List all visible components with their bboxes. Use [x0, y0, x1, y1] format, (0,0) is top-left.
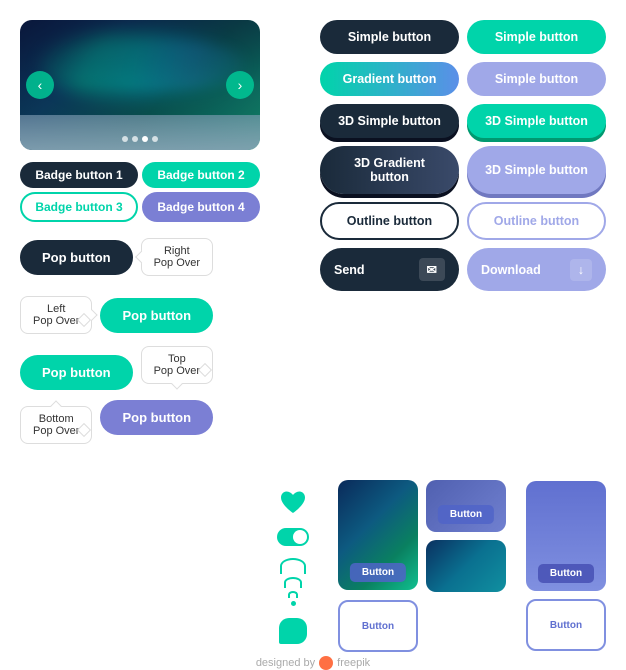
badge-button-3[interactable]: Badge button 3 [20, 192, 138, 222]
3d-simple-button-dark[interactable]: 3D Simple button [320, 104, 459, 138]
carousel-dot-2[interactable] [132, 136, 138, 142]
simple-button-teal[interactable]: Simple button [467, 20, 606, 54]
pop-button-3[interactable]: Pop button [20, 355, 133, 390]
send-button[interactable]: Send ✉ [320, 248, 459, 291]
badge-button-1[interactable]: Badge button 1 [20, 162, 138, 188]
send-icon: ✉ [419, 258, 445, 281]
carousel-dot-4[interactable] [152, 136, 158, 142]
badge-button-2[interactable]: Badge button 2 [142, 162, 260, 188]
carousel-dot-3[interactable] [142, 136, 148, 142]
image-button-group: Button Button Button [338, 480, 506, 652]
pop-button-1[interactable]: Pop button [20, 240, 133, 275]
button-showcase: Simple button Simple button Gradient but… [320, 20, 606, 458]
heart-icon [279, 490, 307, 516]
pop-button-2[interactable]: Pop button [100, 298, 213, 333]
image-button-aurora[interactable]: Button [338, 480, 418, 590]
3d-gradient-button[interactable]: 3D Gradient button [320, 146, 459, 194]
toggle-icon[interactable] [277, 528, 309, 546]
image-button-outline[interactable]: Button [338, 600, 418, 652]
pop-row-1: Pop button RightPop Over [20, 238, 213, 276]
carousel-dot-1[interactable] [122, 136, 128, 142]
download-icon: ↓ [570, 259, 592, 281]
wifi-icon [280, 558, 306, 606]
pop-button-4[interactable]: Pop button [100, 400, 213, 435]
popover-right: RightPop Over [141, 238, 213, 276]
pop-row-4: BottomPop Over Pop button [20, 400, 213, 444]
pop-row-2: LeftPop Over Pop button [20, 296, 213, 334]
3d-simple-button-purple[interactable]: 3D Simple button [467, 146, 606, 194]
tall-button-blue[interactable]: Button [526, 481, 606, 591]
chat-icon [279, 618, 307, 644]
bottom-section: Button Button Button Button Button [20, 480, 606, 652]
download-button[interactable]: Download ↓ [467, 248, 606, 291]
popover-top: TopPop Over [141, 346, 213, 384]
icon-showcase [269, 480, 318, 652]
image-button-aurora2[interactable] [426, 540, 506, 592]
badge-button-group: Badge button 1 Badge button 2 Badge butt… [20, 162, 260, 222]
3d-simple-button-teal[interactable]: 3D Simple button [467, 104, 606, 138]
footer: designed by freepik [20, 652, 606, 670]
popover-section: Pop button RightPop Over LeftPop Over Po… [20, 238, 300, 458]
button-grid: Simple button Simple button Gradient but… [320, 20, 606, 291]
tall-button-outline[interactable]: Button [526, 599, 606, 651]
freepik-logo [319, 656, 333, 670]
carousel-prev-button[interactable]: ‹ [26, 71, 54, 99]
pop-row-3: Pop button TopPop Over [20, 346, 213, 390]
image-button-purple[interactable]: Button [426, 480, 506, 532]
gradient-button[interactable]: Gradient button [320, 62, 459, 96]
simple-button-dark[interactable]: Simple button [320, 20, 459, 54]
outline-button-dark[interactable]: Outline button [320, 202, 459, 240]
popover-left: LeftPop Over [20, 296, 92, 334]
badge-button-4[interactable]: Badge button 4 [142, 192, 260, 222]
outline-button-purple[interactable]: Outline button [467, 202, 606, 240]
carousel: ‹ › [20, 20, 260, 150]
tall-button-group: Button Button [526, 480, 606, 652]
carousel-dots [122, 136, 158, 142]
popover-bottom: BottomPop Over [20, 406, 92, 444]
carousel-next-button[interactable]: › [226, 71, 254, 99]
simple-button-purple[interactable]: Simple button [467, 62, 606, 96]
